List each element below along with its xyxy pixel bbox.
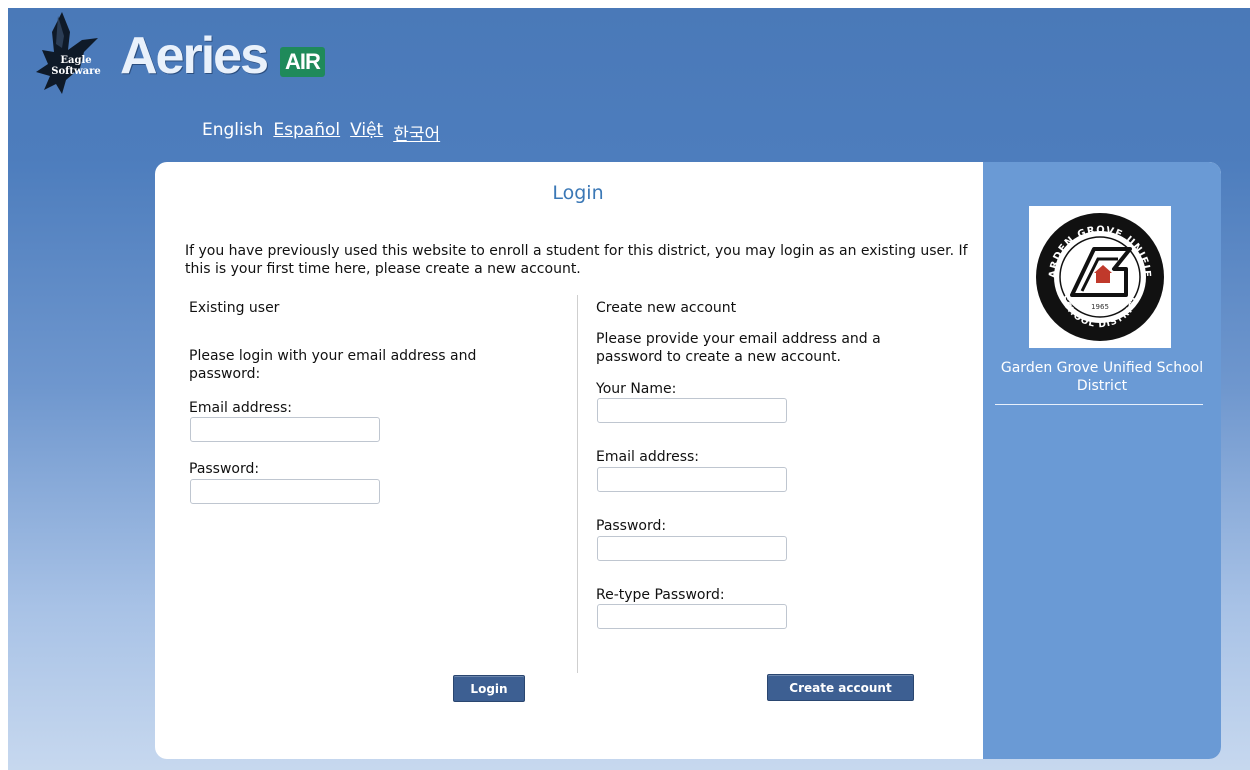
brand-name: Aeries [120,27,269,85]
district-divider [995,404,1203,405]
new-name-label: Your Name: [596,381,677,397]
column-divider [577,295,578,673]
language-current: English [202,120,264,140]
create-account-button[interactable]: Create account [767,674,914,701]
login-card: Login If you have previously used this w… [155,162,1221,759]
district-seal-icon: GARDEN GROVE UNIFIED SCHOOL DISTRICT 196… [1034,211,1164,341]
page-title: Login [552,182,604,204]
existing-email-label: Email address: [189,400,293,416]
retype-password-input[interactable] [597,604,787,629]
aeries-logo: Eagle Software Aeries AIR [22,10,325,100]
existing-password-input[interactable] [190,479,380,504]
language-selector: English Español Việt 한국어 [202,120,440,145]
login-button[interactable]: Login [453,675,525,702]
eagle-software-text: Eagle Software [51,55,101,77]
intro-text: If you have previously used this website… [185,243,968,277]
brand-badge: AIR [280,47,325,77]
new-email-label: Email address: [596,449,700,465]
district-sidebar: GARDEN GROVE UNIFIED SCHOOL DISTRICT 196… [983,162,1221,759]
district-logo: GARDEN GROVE UNIFIED SCHOOL DISTRICT 196… [1029,206,1171,348]
new-account-instructions: Please provide your email address and a … [596,331,881,365]
language-link-vietnamese[interactable]: Việt [350,120,383,145]
seal-year-text: 1965 [1091,303,1109,311]
new-account-heading: Create new account [596,300,737,316]
existing-email-input[interactable] [190,417,380,442]
language-link-korean[interactable]: 한국어 [393,120,440,145]
new-email-input[interactable] [597,467,787,492]
existing-password-label: Password: [189,461,260,477]
new-password-label: Password: [596,518,667,534]
existing-user-instructions: Please login with your email address and… [189,348,477,382]
new-name-input[interactable] [597,398,787,423]
language-link-spanish[interactable]: Español [273,120,340,145]
new-password-input[interactable] [597,536,787,561]
district-name: Garden Grove Unified School District [1000,360,1204,394]
existing-user-heading: Existing user [189,300,280,316]
retype-password-label: Re-type Password: [596,587,725,603]
